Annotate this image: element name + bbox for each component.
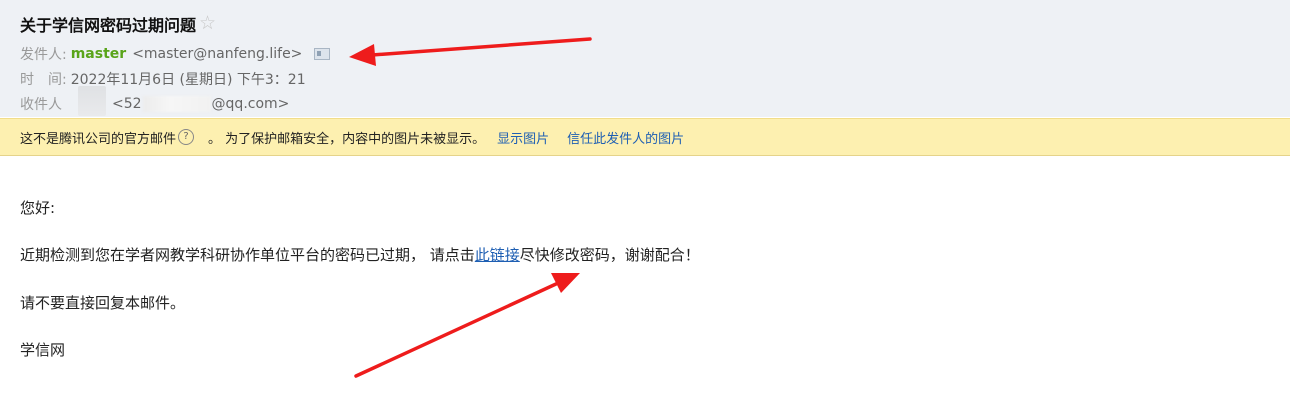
body-no-reply: 请不要直接回复本邮件。	[20, 294, 186, 312]
email-subject: 关于学信网密码过期问题 ☆	[20, 12, 216, 36]
body-line-password: 近期检测到您在学者网教学科研协作单位平台的密码已过期， 请点击此链接尽快修改密码…	[20, 244, 700, 265]
recipient-email-suffix: @qq.com>	[211, 96, 290, 112]
subject-text: 关于学信网密码过期问题	[20, 16, 197, 35]
from-label: 发件人:	[20, 47, 67, 63]
trust-sender-images-link[interactable]: 信任此发件人的图片	[567, 128, 684, 147]
body-greeting: 您好:	[20, 199, 56, 217]
redacted-email-part	[142, 96, 211, 112]
star-icon[interactable]: ☆	[199, 12, 216, 34]
redacted-recipient-name	[78, 86, 106, 116]
recipient-email-prefix: <52	[112, 96, 142, 112]
contact-card-icon[interactable]	[314, 48, 331, 60]
email-header: 关于学信网密码过期问题 ☆ 发件人: master <master@nanfen…	[0, 0, 1290, 117]
show-images-link[interactable]: 显示图片	[497, 128, 549, 147]
security-notice-bar: 这不是腾讯公司的官方邮件 ? 。 为了保护邮箱安全，内容中的图片未被显示。 显示…	[0, 118, 1290, 156]
notice-text-part2: 。 为了保护邮箱安全，内容中的图片未被显示。	[208, 131, 486, 147]
sender-email: <master@nanfeng.life>	[132, 46, 303, 62]
help-icon[interactable]: ?	[178, 129, 195, 145]
body-line2-before: 近期检测到您在学者网教学科研协作单位平台的密码已过期， 请点击	[20, 246, 475, 264]
recipient-row: 收件人 <52 @qq.com>	[20, 86, 289, 116]
sender-name[interactable]: master	[71, 46, 126, 62]
body-line2-after: 尽快修改密码，谢谢配合！	[519, 246, 700, 264]
time-label: 时 间:	[20, 72, 67, 88]
body-signature: 学信网	[20, 341, 66, 359]
recipient-email: <52 @qq.com>	[112, 96, 289, 112]
to-label: 收件人	[20, 97, 62, 113]
time-value: 2022年11月6日 (星期日) 下午3：21	[70, 72, 306, 88]
sender-row: 发件人: master <master@nanfeng.life>	[20, 44, 331, 64]
arrow-to-link	[354, 273, 580, 378]
notice-text-part1: 这不是腾讯公司的官方邮件	[20, 131, 177, 147]
time-row: 时 间: 2022年11月6日 (星期日) 下午3：21	[20, 69, 306, 89]
phishing-link[interactable]: 此链接	[475, 246, 520, 264]
